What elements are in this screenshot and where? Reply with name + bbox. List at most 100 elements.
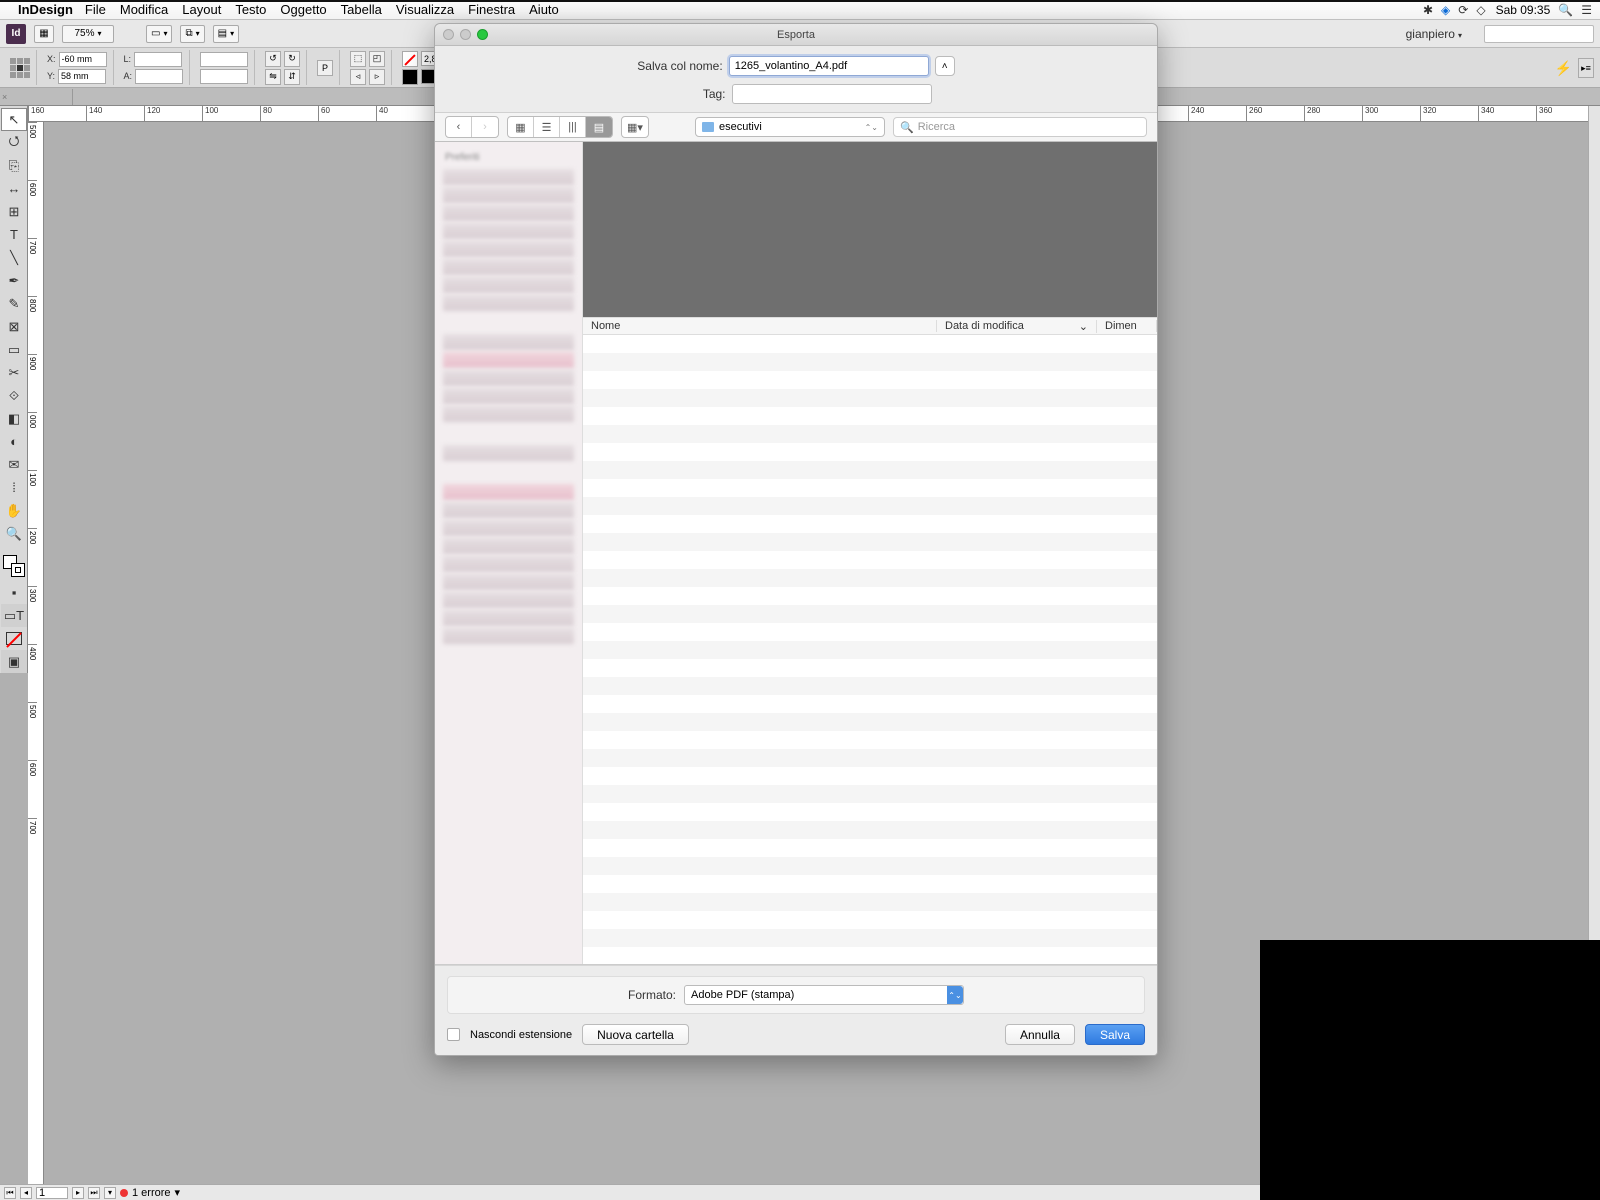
reference-point[interactable] bbox=[10, 58, 30, 78]
window-close-icon[interactable] bbox=[443, 29, 454, 40]
note-tool-icon[interactable]: ✉ bbox=[1, 453, 27, 476]
dialog-titlebar[interactable]: Esporta bbox=[435, 24, 1157, 46]
sidebar-item[interactable] bbox=[443, 277, 574, 293]
save-button[interactable]: Salva bbox=[1085, 1024, 1145, 1045]
panel-menu-icon[interactable]: ▸≡ bbox=[1578, 58, 1594, 78]
finder-sidebar[interactable]: Preferiti bbox=[435, 142, 583, 964]
bridge-icon[interactable]: ▦ bbox=[34, 25, 54, 43]
tag-input[interactable] bbox=[732, 84, 932, 104]
scissors-tool-icon[interactable]: ✂ bbox=[1, 361, 27, 384]
quick-apply-icon[interactable]: ⚡ bbox=[1555, 60, 1572, 77]
user-menu[interactable]: gianpiero bbox=[1406, 27, 1468, 41]
sidebar-item[interactable] bbox=[443, 295, 574, 311]
menu-aiuto[interactable]: Aiuto bbox=[529, 2, 559, 17]
status-dropbox-icon[interactable]: ◈ bbox=[1441, 3, 1450, 17]
pencil-tool-icon[interactable]: ✎ bbox=[1, 292, 27, 315]
collapse-button[interactable]: ˄ bbox=[935, 56, 955, 76]
column-view-button[interactable]: ||| bbox=[560, 117, 586, 137]
sidebar-item[interactable] bbox=[443, 628, 574, 644]
stroke-swatch-icon[interactable] bbox=[402, 69, 418, 85]
gap-tool-icon[interactable]: ↔ bbox=[1, 177, 27, 200]
menu-oggetto[interactable]: Oggetto bbox=[280, 2, 326, 17]
scale-y-input[interactable] bbox=[200, 69, 248, 84]
sidebar-item[interactable] bbox=[443, 169, 574, 185]
content-collector-tool-icon[interactable]: ⊞ bbox=[1, 200, 27, 223]
open-pages-icon[interactable]: ▾ bbox=[104, 1187, 116, 1199]
menu-finestra[interactable]: Finestra bbox=[468, 2, 515, 17]
sidebar-item[interactable] bbox=[443, 223, 574, 239]
forward-button[interactable]: › bbox=[472, 117, 498, 137]
col-date[interactable]: Data di modifica⌄ bbox=[937, 320, 1097, 333]
folder-path-select[interactable]: esecutivi ⌃⌄ bbox=[695, 117, 885, 137]
sidebar-item[interactable] bbox=[443, 334, 574, 350]
gradient-swatch-tool-icon[interactable]: ◧ bbox=[1, 407, 27, 430]
next-page-button[interactable]: ▸ bbox=[72, 1187, 84, 1199]
view-options-button[interactable]: ▭ bbox=[146, 25, 172, 43]
filename-input[interactable] bbox=[729, 56, 929, 76]
fill-none-icon[interactable] bbox=[402, 51, 418, 67]
h-input[interactable] bbox=[135, 69, 183, 84]
sidebar-item[interactable] bbox=[443, 406, 574, 422]
hide-extension-checkbox[interactable] bbox=[447, 1028, 460, 1041]
apply-color-icon[interactable]: ▪ bbox=[1, 581, 27, 604]
flip-v-icon[interactable]: ⇵ bbox=[284, 69, 300, 85]
selection-tool-icon[interactable]: ↖ bbox=[1, 108, 27, 131]
rectangle-tool-icon[interactable]: ▭ bbox=[1, 338, 27, 361]
help-search-input[interactable] bbox=[1484, 25, 1594, 43]
scale-x-input[interactable] bbox=[200, 52, 248, 67]
format-select[interactable]: Adobe PDF (stampa) ⌃⌄ bbox=[684, 985, 964, 1005]
preflight-error-icon[interactable] bbox=[120, 1189, 128, 1197]
gradient-feather-tool-icon[interactable]: ◐ bbox=[1, 430, 27, 453]
status-wifi-icon[interactable]: ◇ bbox=[1476, 3, 1485, 17]
menu-clock[interactable]: Sab 09:35 bbox=[1496, 3, 1551, 17]
sidebar-item[interactable] bbox=[443, 574, 574, 590]
apply-none-icon[interactable] bbox=[1, 627, 27, 650]
rotate-cw-icon[interactable]: ↻ bbox=[284, 51, 300, 67]
sidebar-item[interactable] bbox=[443, 187, 574, 203]
status-sync-icon[interactable]: ⟳ bbox=[1458, 3, 1468, 17]
sidebar-item[interactable] bbox=[443, 241, 574, 257]
coverflow-view-button[interactable]: ▤ bbox=[586, 117, 612, 137]
fill-stroke-swatch[interactable] bbox=[3, 555, 25, 577]
arrange-docs-button[interactable]: ▤ bbox=[213, 25, 239, 43]
window-minimize-icon[interactable] bbox=[460, 29, 471, 40]
search-field[interactable]: 🔍 Ricerca bbox=[893, 117, 1147, 137]
sidebar-item[interactable] bbox=[443, 388, 574, 404]
sidebar-item[interactable] bbox=[443, 610, 574, 626]
preflight-status[interactable]: 1 errore bbox=[132, 1187, 171, 1199]
first-page-button[interactable]: ⏮ bbox=[4, 1187, 16, 1199]
spotlight-icon[interactable]: 🔍 bbox=[1558, 3, 1573, 17]
eyedropper-tool-icon[interactable]: ⁞ bbox=[1, 476, 27, 499]
select-container-icon[interactable]: ⬚ bbox=[350, 51, 366, 67]
type-tool-icon[interactable]: T bbox=[1, 223, 27, 246]
menu-visualizza[interactable]: Visualizza bbox=[396, 2, 454, 17]
document-tab[interactable]: × bbox=[4, 89, 73, 105]
screen-mode-tool-icon[interactable]: ▣ bbox=[1, 650, 27, 673]
free-transform-tool-icon[interactable]: ⟐ bbox=[1, 384, 27, 407]
sidebar-item[interactable] bbox=[443, 445, 574, 461]
hand-tool-icon[interactable]: ✋ bbox=[1, 499, 27, 522]
window-zoom-icon[interactable] bbox=[477, 29, 488, 40]
rectangle-frame-tool-icon[interactable]: ⊠ bbox=[1, 315, 27, 338]
new-folder-button[interactable]: Nuova cartella bbox=[582, 1024, 689, 1045]
cancel-button[interactable]: Annulla bbox=[1005, 1024, 1075, 1045]
rotate-ccw-icon[interactable]: ↺ bbox=[265, 51, 281, 67]
preflight-menu-icon[interactable]: ▾ bbox=[175, 1186, 181, 1199]
last-page-button[interactable]: ⏭ bbox=[88, 1187, 100, 1199]
pen-tool-icon[interactable]: ✒ bbox=[1, 269, 27, 292]
w-input[interactable] bbox=[134, 52, 182, 67]
sidebar-item[interactable] bbox=[443, 484, 574, 500]
prev-page-button[interactable]: ◂ bbox=[20, 1187, 32, 1199]
formatting-container-icon[interactable]: ▭T bbox=[1, 604, 27, 627]
page-tool-icon[interactable]: ⎘ bbox=[1, 154, 27, 177]
select-content-icon[interactable]: ◰ bbox=[369, 51, 385, 67]
paragraph-icon[interactable]: P bbox=[317, 60, 333, 76]
sidebar-item[interactable] bbox=[443, 592, 574, 608]
sidebar-item[interactable] bbox=[443, 352, 574, 368]
back-button[interactable]: ‹ bbox=[446, 117, 472, 137]
screen-mode-button[interactable]: ⧉ bbox=[180, 25, 204, 43]
menu-file[interactable]: File bbox=[85, 2, 106, 17]
menu-testo[interactable]: Testo bbox=[235, 2, 266, 17]
icon-view-button[interactable]: ▦ bbox=[508, 117, 534, 137]
file-list[interactable] bbox=[583, 335, 1157, 964]
